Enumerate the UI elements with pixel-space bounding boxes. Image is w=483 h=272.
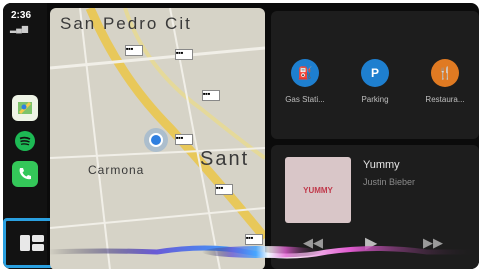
road-badge: ■■■ xyxy=(175,134,193,145)
track-artist: Justin Bieber xyxy=(363,177,416,187)
siri-waveform xyxy=(47,245,479,259)
spotify-app-icon[interactable] xyxy=(12,128,38,154)
map-label-santa: Sant xyxy=(200,148,250,170)
phone-app-icon[interactable] xyxy=(12,161,38,187)
shortcuts-panel: ⛽ Gas Stati... P Parking 🍴 Restaura... xyxy=(271,11,479,139)
shortcut-label: Parking xyxy=(361,95,389,104)
album-art-text: YUMMY xyxy=(303,185,333,195)
road-badge: ■■■ xyxy=(175,49,193,60)
road-badge: ■■■ xyxy=(215,184,233,195)
map-view[interactable]: San Pedro Cit Carmona Sant ■■■ ■■■ ■■■ ■… xyxy=(50,8,265,269)
status-time: 2:36 xyxy=(11,10,32,21)
shortcut-label: Restaura... xyxy=(425,95,465,104)
carplay-screen: 2:36 ▂▄▆ San Pedro Cit Carmona Sant ■■■ … xyxy=(3,3,479,269)
shortcut-gas-stations[interactable]: ⛽ Gas Stati... xyxy=(275,59,335,104)
parking-icon: P xyxy=(361,59,389,87)
signal-icon: ▂▄▆ xyxy=(10,24,28,33)
gas-station-icon: ⛽ xyxy=(291,59,319,87)
shortcut-restaurants[interactable]: 🍴 Restaura... xyxy=(415,59,475,104)
road-badge: ■■■ xyxy=(202,90,220,101)
shortcut-parking[interactable]: P Parking xyxy=(345,59,405,104)
track-title: Yummy xyxy=(363,159,400,171)
current-location-icon xyxy=(149,133,163,147)
road-badge: ■■■ xyxy=(125,45,143,56)
maps-app-icon[interactable] xyxy=(12,95,38,121)
map-label-carmona: Carmona xyxy=(88,163,145,177)
shortcut-label: Gas Stati... xyxy=(285,95,325,104)
map-label-san-pedro: San Pedro Cit xyxy=(60,14,192,33)
dashboard-icon xyxy=(20,235,44,251)
restaurant-icon: 🍴 xyxy=(431,59,459,87)
album-art: YUMMY xyxy=(285,157,351,223)
